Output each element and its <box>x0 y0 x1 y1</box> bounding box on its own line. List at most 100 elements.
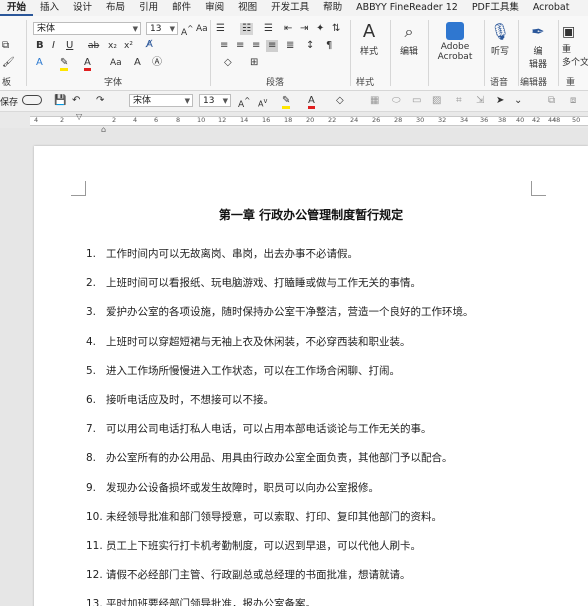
font-color-icon[interactable]: A <box>308 95 315 109</box>
grow-font-icon[interactable]: A^ <box>238 95 250 111</box>
bold-icon[interactable]: B <box>36 40 44 52</box>
align-center-icon[interactable]: ≡ <box>236 40 244 52</box>
dictate-button[interactable]: 🎙 听写 <box>486 22 514 57</box>
list-item: 7. 可以用公司电话打私人电话，可以占用本部电话谈论与工作无关的事。 <box>86 422 586 451</box>
align-left-icon[interactable]: ≡ <box>220 40 228 52</box>
distributed-icon[interactable]: ≣ <box>286 40 294 52</box>
clear-format-icon[interactable]: A̸ <box>146 39 153 51</box>
tab-6[interactable]: 审阅 <box>198 0 231 16</box>
highlight-icon[interactable]: ✎ <box>60 57 69 71</box>
show-marks-icon[interactable]: ¶ <box>326 40 332 52</box>
select-icon[interactable]: ➤ <box>496 95 504 107</box>
styles-button[interactable]: A 样式 <box>354 22 384 58</box>
edit-button-label: 编辑 <box>399 47 418 57</box>
tab-0[interactable]: 开始 <box>0 0 34 16</box>
copy-icon[interactable]: ⧉ <box>2 40 9 52</box>
list-item-text: 爱护办公室的各项设施，随时保持办公室干净整洁，营造一个良好的工作环境。 <box>106 306 474 319</box>
tab-7[interactable]: 视图 <box>231 0 264 16</box>
redo-icon[interactable]: ↷ <box>96 95 104 107</box>
format-painter-icon[interactable]: 🖌 <box>2 57 15 69</box>
decrease-indent-icon[interactable]: ⇤ <box>284 23 292 35</box>
picture-icon[interactable]: ▨ <box>432 95 441 107</box>
superscript-icon[interactable]: x² <box>124 40 133 52</box>
font-name-combo[interactable]: 宋体 ▼ <box>33 22 141 35</box>
line-spacing-icon[interactable]: ↕ <box>306 40 314 52</box>
list-item-number: 8. <box>86 452 97 465</box>
autosave-toggle[interactable] <box>22 95 42 105</box>
more-icon[interactable]: ⌄ <box>514 95 522 107</box>
editor-label-line1: 编 <box>533 47 543 57</box>
subscript-icon[interactable]: x₂ <box>108 40 117 52</box>
qat-size-combo[interactable]: 13 ▼ <box>199 94 231 107</box>
group-icon[interactable]: ⧉ <box>548 95 555 107</box>
character-shading-icon[interactable]: A <box>134 57 141 69</box>
tab-9[interactable]: 帮助 <box>316 0 349 16</box>
save-icon[interactable]: 💾 <box>54 95 66 107</box>
enclose-character-icon[interactable]: Ⓐ <box>152 57 162 69</box>
strikethrough-icon[interactable]: ab <box>88 40 99 52</box>
edit-button[interactable]: ⌕ 编辑 <box>394 22 424 57</box>
shading-icon[interactable]: ◇ <box>336 95 344 107</box>
align-right-icon[interactable]: ≡ <box>252 40 260 52</box>
bullets-icon[interactable]: ☰ <box>216 23 225 35</box>
table-icon[interactable]: ▦ <box>370 95 379 107</box>
shrink-font-icon[interactable]: Av <box>258 95 267 111</box>
tab-10[interactable]: ABBYY FineReader 12 <box>349 0 465 16</box>
horizontal-ruler[interactable]: ▽ 4 2 2 4 6 8 10 12 14 16 18 20 22 24 26 28 30 32 34 36 38 40… <box>0 112 588 128</box>
list-item-text: 进入工作场所慢慢进入工作状态，可以在工作场合闲聊、打闹。 <box>106 364 400 377</box>
font-size-combo[interactable]: 13 ▼ <box>146 22 178 35</box>
first-line-indent-marker[interactable]: ▽ <box>76 112 82 121</box>
justify-icon[interactable]: ≡ <box>266 40 279 52</box>
grow-font-icon[interactable]: A^ <box>181 23 193 39</box>
chevron-down-icon: ▼ <box>184 97 190 105</box>
underline-icon[interactable]: U <box>66 40 73 52</box>
autosave-label: 保存 <box>0 98 19 108</box>
ruler-number: 50 <box>572 116 581 124</box>
tab-1[interactable]: 插入 <box>33 0 66 16</box>
tab-4[interactable]: 引用 <box>132 0 165 16</box>
multilevel-list-icon[interactable]: ☰ <box>264 23 273 35</box>
list-item-number: 2. <box>86 277 97 290</box>
list-item-number: 9. <box>86 481 97 494</box>
borders-icon[interactable]: ⊞ <box>250 57 258 69</box>
numbering-icon[interactable]: ☷ <box>240 23 253 35</box>
editor-label-line2: 辑器 <box>528 60 547 70</box>
undo-icon[interactable]: ↶ <box>72 95 80 107</box>
shading-icon[interactable]: ◇ <box>224 57 232 69</box>
editor-group-label: 编辑器 <box>520 78 548 88</box>
tab-2[interactable]: 设计 <box>66 0 99 16</box>
document-page[interactable]: 第一章 行政办公管理制度暂行规定 1. 工作时间内可以无故离岗、串岗，出去办事不必… <box>34 146 588 606</box>
tab-5[interactable]: 邮件 <box>165 0 198 16</box>
qat-font-combo[interactable]: 宋体 ▼ <box>129 94 193 107</box>
reuse-files-button[interactable]: ▣ 重 多个文 <box>562 22 588 68</box>
ruler-number: 24 <box>350 116 359 124</box>
clipboard-group-label: 板 <box>2 78 12 88</box>
arrange-icon[interactable]: ⧈ <box>570 95 576 107</box>
tab-3[interactable]: 布局 <box>99 0 132 16</box>
adobe-label-line1: Adobe <box>440 42 470 52</box>
highlight-icon[interactable]: ✎ <box>282 95 291 109</box>
left-indent-marker[interactable]: ⌂ <box>101 125 106 134</box>
tab-8[interactable]: 开发工具 <box>264 0 316 16</box>
font-size-shrink-icon[interactable]: Aa <box>110 57 122 69</box>
font-color-icon[interactable]: A <box>84 57 91 71</box>
list-item: 6. 接听电话应及时，不想接可以不接。 <box>86 393 586 422</box>
crop-icon[interactable]: ⌗ <box>456 95 462 107</box>
textbox-icon[interactable]: ▭ <box>412 95 421 107</box>
text-effects-icon[interactable]: A <box>36 57 43 69</box>
chinese-layout-icon[interactable]: ✦ <box>316 23 324 35</box>
qat-size-value: 13 <box>203 96 215 106</box>
tab-12[interactable]: Acrobat <box>526 0 577 16</box>
editor-button[interactable]: ✒ 编 辑器 <box>520 22 556 70</box>
italic-icon[interactable]: I <box>52 40 55 52</box>
adobe-acrobat-button[interactable]: Adobe Acrobat <box>430 22 480 62</box>
change-case-icon[interactable]: Aa <box>196 23 208 35</box>
list-item: 2. 上班时间可以看报纸、玩电脑游戏、打瞌睡或做与工作无关的事情。 <box>86 276 586 305</box>
tab-11[interactable]: PDF工具集 <box>465 0 526 16</box>
shape-icon[interactable]: ⬭ <box>392 95 401 107</box>
increase-indent-icon[interactable]: ⇥ <box>300 23 308 35</box>
wrap-icon[interactable]: ⇲ <box>476 95 484 107</box>
list-item-text: 接听电话应及时，不想接可以不接。 <box>106 393 274 406</box>
sort-icon[interactable]: ⇅ <box>332 23 340 35</box>
ruler-number: 38 <box>498 116 507 124</box>
